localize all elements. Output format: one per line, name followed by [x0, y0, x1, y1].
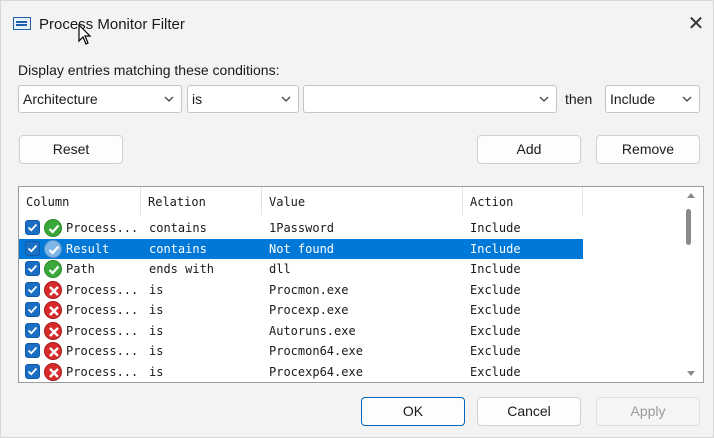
cell-value: 1Password — [269, 221, 335, 235]
filter-table[interactable]: Column Relation Value Action Process... c… — [18, 186, 704, 383]
column-header-action[interactable]: Action — [463, 187, 583, 215]
cell-relation: is — [149, 303, 164, 317]
cell-column: Process... — [66, 364, 139, 379]
red-x-icon — [44, 321, 62, 340]
table-row[interactable]: Result contains Not found Include — [19, 238, 583, 259]
cell-relation: is — [149, 344, 164, 358]
cell-action: Include — [470, 241, 521, 256]
cell-action: Include — [470, 262, 521, 276]
red-x-icon — [44, 342, 62, 360]
chevron-down-icon — [682, 96, 692, 102]
conditions-label: Display entries matching these condition… — [18, 62, 280, 78]
column-select-value: Architecture — [23, 91, 98, 107]
cell-column: Result — [66, 241, 110, 256]
remove-button[interactable]: Remove — [596, 135, 700, 164]
cell-value: Procexp64.exe — [269, 364, 363, 379]
row-checkbox[interactable] — [25, 302, 40, 317]
red-x-icon — [44, 362, 62, 381]
chevron-down-icon — [164, 96, 174, 102]
column-header-column[interactable]: Column — [19, 187, 141, 215]
apply-button[interactable]: Apply — [596, 397, 700, 426]
cell-action: Exclude — [470, 282, 521, 297]
scroll-down-icon[interactable] — [687, 371, 695, 376]
chevron-down-icon — [539, 96, 549, 102]
column-header-value[interactable]: Value — [262, 187, 463, 215]
action-select[interactable]: Include — [605, 85, 700, 113]
cell-column: Process... — [66, 303, 139, 317]
row-checkbox[interactable] — [25, 322, 40, 338]
table-header: Column Relation Value Action — [19, 187, 583, 215]
cell-column: Process... — [66, 221, 139, 235]
row-checkbox[interactable] — [25, 281, 40, 297]
add-button[interactable]: Add — [477, 135, 581, 164]
cell-value: Autoruns.exe — [269, 323, 356, 338]
cell-value: Procmon64.exe — [269, 344, 363, 358]
chevron-down-icon — [281, 96, 291, 102]
scrollbar-thumb[interactable] — [686, 209, 691, 245]
relation-select[interactable]: is — [187, 85, 299, 113]
table-row[interactable]: Process... is Procexp64.exe Exclude — [19, 362, 583, 383]
relation-select-value: is — [192, 91, 203, 107]
table-row[interactable]: Process... is Autoruns.exe Exclude — [19, 321, 583, 342]
cell-relation: is — [149, 323, 164, 338]
cell-action: Include — [470, 221, 521, 235]
column-select[interactable]: Architecture — [18, 85, 182, 113]
ok-button[interactable]: OK — [361, 397, 465, 426]
cell-relation: is — [149, 364, 164, 379]
cell-column: Process... — [66, 344, 139, 358]
cell-action: Exclude — [470, 323, 521, 338]
green-check-icon — [44, 219, 62, 237]
green-check-icon — [44, 260, 62, 278]
cell-value: dll — [269, 262, 291, 276]
cell-relation: contains — [149, 241, 207, 256]
cell-value: Procexp.exe — [269, 303, 349, 317]
cell-value: Procmon.exe — [269, 282, 349, 297]
window-title: Process Monitor Filter — [39, 16, 185, 33]
filter-dialog: Process Monitor Filter ✕ Display entries… — [0, 0, 714, 438]
title-bar: Process Monitor Filter ✕ — [1, 1, 713, 45]
table-row[interactable]: Process... is Procmon.exe Exclude — [19, 280, 583, 301]
cell-action: Exclude — [470, 303, 521, 317]
cell-relation: is — [149, 282, 164, 297]
row-checkbox[interactable] — [25, 220, 40, 235]
reset-button[interactable]: Reset — [19, 135, 123, 164]
cell-action: Exclude — [470, 344, 521, 358]
row-checkbox[interactable] — [25, 240, 40, 256]
process-monitor-icon — [13, 17, 31, 30]
cell-value: Not found — [269, 241, 335, 256]
table-row[interactable]: Process... contains 1Password Include — [19, 218, 583, 239]
scroll-up-icon[interactable] — [687, 193, 695, 198]
table-row[interactable]: Process... is Procexp.exe Exclude — [19, 300, 583, 321]
cell-relation: contains — [149, 221, 207, 235]
then-label: then — [565, 91, 593, 107]
vertical-scrollbar[interactable] — [679, 187, 703, 382]
red-x-icon — [44, 280, 62, 299]
cell-action: Exclude — [470, 364, 521, 379]
table-body: Process... contains 1Password Include Result… — [19, 218, 583, 382]
table-row[interactable]: Path ends with dll Include — [19, 259, 583, 280]
row-checkbox[interactable] — [25, 363, 40, 379]
red-x-icon — [44, 301, 62, 319]
table-row[interactable]: Process... is Procmon64.exe Exclude — [19, 341, 583, 362]
cell-relation: ends with — [149, 262, 215, 276]
value-combobox[interactable] — [303, 85, 557, 113]
cell-column: Process... — [66, 323, 139, 338]
row-checkbox[interactable] — [25, 343, 40, 358]
cell-column: Path — [66, 262, 95, 276]
cell-column: Process... — [66, 282, 139, 297]
action-select-value: Include — [610, 91, 656, 107]
row-checkbox[interactable] — [25, 261, 40, 276]
column-header-relation[interactable]: Relation — [141, 187, 262, 215]
close-button[interactable]: ✕ — [685, 13, 707, 35]
green-check-icon — [44, 239, 62, 258]
cancel-button[interactable]: Cancel — [477, 397, 581, 426]
